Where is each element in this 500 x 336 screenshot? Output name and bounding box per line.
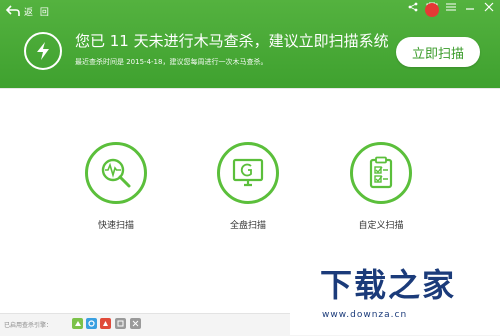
monitor-icon <box>232 158 264 187</box>
full-scan-ring[interactable] <box>217 142 279 204</box>
custom-scan-label: 自定义扫描 <box>358 221 404 231</box>
avira-engine-icon[interactable] <box>100 318 111 329</box>
custom-scan-option[interactable]: 自定义扫描 <box>341 142 421 231</box>
quick-scan-ring[interactable] <box>85 142 147 204</box>
full-scan-label: 全盘扫描 <box>229 221 266 231</box>
checklist-icon <box>369 156 393 189</box>
title-bar: 返 回 <box>0 0 500 22</box>
minimize-icon[interactable] <box>463 2 477 16</box>
full-scan-option[interactable]: 全盘扫描 <box>208 142 288 231</box>
system-repair-engine-icon[interactable] <box>115 318 126 329</box>
back-button[interactable]: 返 回 <box>6 3 51 19</box>
window-controls <box>406 2 496 17</box>
scan-reminder-headline: 您已 11 天未进行木马查杀，建议立即扫描系统 <box>75 32 389 50</box>
back-arrow-icon <box>6 5 20 16</box>
quick-scan-option[interactable]: 快速扫描 <box>76 142 156 231</box>
header-banner: 返 回 您已 11 天未进行木马查杀，建议立即扫描系统 最近查杀时间是 2015… <box>0 0 500 88</box>
engines-label: 已启用查杀引擎： <box>4 322 53 329</box>
notification-dot <box>425 3 439 17</box>
qvm-engine-icon[interactable] <box>86 318 97 329</box>
menu-icon[interactable] <box>444 2 458 16</box>
share-icon[interactable] <box>406 2 420 16</box>
lightning-icon <box>24 32 62 70</box>
cloud-engine-icon[interactable] <box>72 318 83 329</box>
custom-scan-ring[interactable] <box>350 142 412 204</box>
watermark-title: 下载之家 <box>320 266 457 304</box>
last-scan-info: 最近查杀时间是 2015-4-18，建议您每周进行一次木马查杀。 <box>75 58 268 66</box>
watermark: 下载之家 www.downza.cn <box>290 250 500 335</box>
quick-scan-label: 快速扫描 <box>97 221 134 231</box>
divider <box>0 88 500 89</box>
watermark-url: www.downza.cn <box>322 310 408 320</box>
bitdefender-engine-icon[interactable] <box>130 318 141 329</box>
close-icon[interactable] <box>482 2 496 16</box>
magnifier-pulse-icon <box>101 158 131 188</box>
scan-now-button[interactable]: 立即扫描 <box>396 37 480 67</box>
skin-icon[interactable] <box>425 2 439 17</box>
back-label: 返 回 <box>24 7 51 18</box>
